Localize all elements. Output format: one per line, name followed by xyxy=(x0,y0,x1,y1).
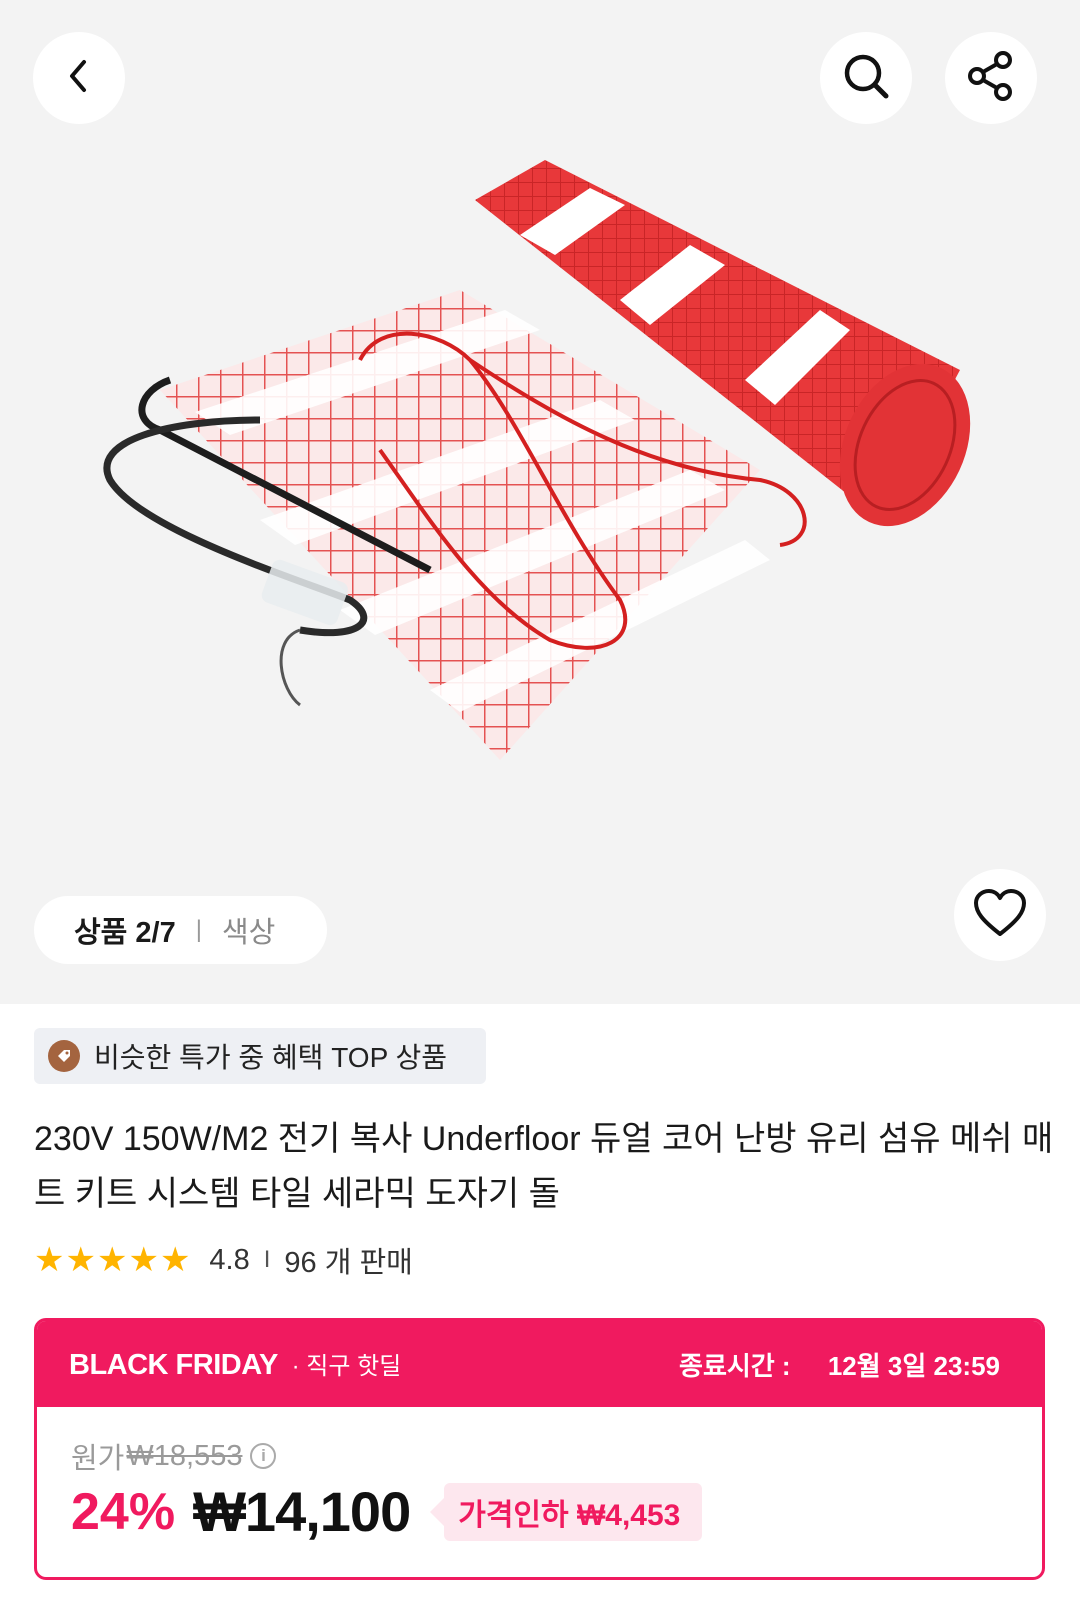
chevron-left-icon xyxy=(64,58,94,99)
image-counter[interactable]: 상품 2/7 | 색상 xyxy=(34,896,327,964)
original-price-row: 원가 ₩18,553 i xyxy=(71,1435,277,1477)
share-icon xyxy=(964,49,1018,108)
back-button[interactable] xyxy=(33,32,125,124)
color-option-label[interactable]: 색상 xyxy=(222,909,275,951)
share-button[interactable] xyxy=(945,32,1037,124)
badge-label: 비슷한 특가 중 혜택 TOP 상품 xyxy=(94,1042,448,1073)
tag-icon xyxy=(48,1040,80,1072)
price-row: 24% ₩14,100 가격인하 ₩4,453 xyxy=(71,1479,703,1544)
original-price-label: 원가 xyxy=(71,1443,125,1475)
wishlist-button[interactable] xyxy=(954,869,1046,961)
rating-divider: I xyxy=(263,1246,271,1273)
star-rating: ★ ★ ★ ★ ★ xyxy=(34,1243,191,1277)
sale-price: ₩14,100 xyxy=(193,1480,411,1543)
product-title: 230V 150W/M2 전기 복사 Underfloor 듀얼 코어 난방 유… xyxy=(34,1120,1054,1213)
star-icon: ★ xyxy=(128,1241,159,1279)
counter-separator: | xyxy=(195,916,202,943)
deal-brand: BLACK FRIDAY xyxy=(69,1349,278,1381)
top-benefit-badge: 비슷한 특가 중 혜택 TOP 상품 xyxy=(34,1028,486,1084)
deal-end-label: 종료시간 : xyxy=(679,1350,791,1381)
price-drop-chip: 가격인하 ₩4,453 xyxy=(430,1482,703,1541)
sold-count: 96 개 판매 xyxy=(284,1247,413,1279)
product-image-gallery[interactable]: 상품 2/7 | 색상 xyxy=(0,0,1080,1004)
original-price: ₩18,553 xyxy=(126,1439,243,1472)
rating-value: 4.8 xyxy=(209,1243,250,1276)
info-icon[interactable]: i xyxy=(250,1443,277,1469)
deal-subtitle: · 직구 핫딜 xyxy=(291,1353,402,1380)
product-image xyxy=(103,160,971,760)
search-button[interactable] xyxy=(820,32,912,124)
discount-percent: 24% xyxy=(71,1482,176,1541)
star-icon: ★ xyxy=(65,1241,96,1279)
rating-row[interactable]: ★ ★ ★ ★ ★ 4.8 I 96 개 판매 xyxy=(34,1238,413,1282)
image-counter-text: 상품 2/7 xyxy=(74,917,176,949)
star-icon: ★ xyxy=(96,1241,128,1279)
black-friday-deal: BLACK FRIDAY · 직구 핫딜 종료시간 : 12월 3일 23:59… xyxy=(34,1318,1045,1580)
search-icon xyxy=(840,50,892,107)
star-icon: ★ xyxy=(34,1241,65,1279)
star-icon: ★ xyxy=(159,1241,191,1279)
deal-end-time: 12월 3일 23:59 xyxy=(827,1350,1000,1381)
deal-header: BLACK FRIDAY · 직구 핫딜 종료시간 : 12월 3일 23:59 xyxy=(37,1321,1042,1407)
heart-icon xyxy=(972,888,1028,943)
